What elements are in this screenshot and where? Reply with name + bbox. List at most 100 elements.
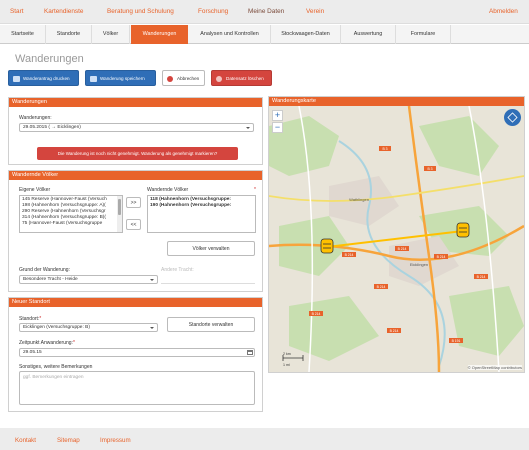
own-voelker-list[interactable]: 145 Reserve (Hannover-Faust (Versuch 198… — [19, 195, 123, 233]
cancel-button-label: Abbrechen — [177, 76, 200, 81]
own-voelker-label: Eigene Völker — [19, 187, 51, 193]
print-button-label: Wanderantrag drucken — [23, 76, 70, 81]
map-attribution[interactable]: © OpenStreetMap contributors — [467, 365, 522, 370]
standort-panel-heading: Neuer Standort — [9, 298, 262, 307]
voelker-panel: Wandernde Völker Eigene Völker Wandernde… — [8, 170, 263, 292]
location-selected: Eicklingen (Versuchsgruppe: B) — [23, 325, 90, 330]
print-button[interactable]: Wanderantrag drucken — [8, 70, 79, 86]
nav-start[interactable]: Start — [10, 8, 24, 15]
delete-button-label: Datensatz löschen — [226, 76, 264, 81]
road-label-text: B 191 — [452, 339, 461, 343]
chevron-down-icon — [150, 279, 154, 281]
location-select[interactable]: Eicklingen (Versuchsgruppe: B) — [19, 323, 158, 332]
calendar-icon[interactable] — [247, 350, 253, 355]
nav-beratung[interactable]: Beratung und Schulung — [107, 8, 174, 15]
tab-stockwaagen[interactable]: Stockwaagen-Daten — [271, 25, 341, 44]
logout-link[interactable]: Abmelden — [489, 8, 518, 15]
scrollbar-thumb[interactable] — [118, 199, 121, 215]
nav-forschung[interactable]: Forschung — [198, 8, 228, 15]
moving-voelker-label: Wandernde Völker — [147, 187, 189, 193]
top-navigation: Start Kartendienste Beratung und Schulun… — [0, 0, 529, 24]
origin-beehive-icon — [320, 238, 334, 254]
footer-link-impressum[interactable]: Impressum — [100, 437, 131, 444]
cancel-icon — [167, 76, 173, 82]
footer: Kontakt Sitemap Impressum — [0, 428, 529, 450]
remove-voelker-button[interactable]: << — [126, 219, 141, 230]
notes-placeholder: ggf. Bemerkungen eintragen — [23, 375, 84, 380]
road-label-text: B 3 — [427, 167, 432, 171]
zoom-in-button[interactable]: + — [272, 110, 283, 121]
sub-navigation: Startseite Standorte Völker Wanderungen … — [0, 25, 529, 44]
other-tracht-label: Andere Tracht: — [161, 267, 194, 273]
page-title: Wanderungen — [15, 53, 84, 65]
printer-icon — [13, 76, 20, 82]
save-icon — [90, 76, 97, 82]
road-label-text: B 214 — [312, 312, 321, 316]
voelker-panel-heading: Wandernde Völker — [9, 171, 262, 180]
wanderungen-select[interactable]: 29.05.2015 ( → Eicklingen) — [19, 123, 254, 132]
layers-button[interactable] — [504, 109, 521, 126]
road-label-text: B 3 — [382, 147, 387, 151]
tab-formulare[interactable]: Formulare — [396, 25, 451, 44]
map-canvas[interactable]: B 214 B 214 B 214 B 214 B 214 B 214 B 214 B 191… — [269, 106, 524, 372]
tab-analysen[interactable]: Analysen und Kontrollen — [189, 25, 271, 44]
reason-label: Grund der Wanderung: — [19, 267, 70, 273]
reason-selected: Besondere Tracht - Heide — [23, 277, 78, 282]
chevron-down-icon — [150, 327, 154, 329]
required-marker: * — [254, 187, 256, 193]
chevron-down-icon — [246, 127, 250, 129]
wanderungen-panel-heading: Wanderungen — [9, 98, 262, 107]
destination-beehive-icon — [456, 222, 470, 238]
reason-select[interactable]: Besondere Tracht - Heide — [19, 275, 158, 284]
tab-startseite[interactable]: Startseite — [0, 25, 46, 44]
save-button-label: Wanderung speichern — [100, 76, 145, 81]
road-label-text: B 214 — [477, 275, 486, 279]
scale-km-label: 2 km — [283, 352, 291, 356]
scale-mi-label: 1 mi — [283, 363, 290, 367]
road-label-text: B 214 — [377, 285, 386, 289]
footer-link-kontakt[interactable]: Kontakt — [15, 437, 36, 444]
tab-auswertung[interactable]: Auswertung — [341, 25, 396, 44]
nav-meine-daten[interactable]: Meine Daten — [248, 8, 284, 15]
time-input[interactable]: 29.05.15 — [19, 348, 255, 357]
road-label-text: B 214 — [390, 329, 399, 333]
cancel-button[interactable]: Abbrechen — [162, 70, 205, 86]
other-tracht-input[interactable] — [161, 275, 255, 284]
zoom-out-button[interactable]: − — [272, 122, 283, 133]
nav-verein[interactable]: Verein — [306, 8, 324, 15]
nav-kartendienste[interactable]: Kartendienste — [44, 8, 83, 15]
add-voelker-button[interactable]: >> — [126, 197, 141, 208]
location-label: Standort:* — [19, 316, 42, 322]
approval-alert[interactable]: Die Wanderung ist noch nicht genehmigt. … — [37, 147, 238, 160]
place-label: Eicklingen — [410, 262, 428, 267]
wanderungen-label: Wanderungen: — [19, 115, 52, 121]
road-label-text: B 214 — [345, 253, 354, 257]
manage-voelker-button[interactable]: Völker verwalten — [167, 241, 255, 256]
road-label-text: B 214 — [398, 247, 407, 251]
own-list-scrollbar[interactable] — [117, 196, 122, 232]
trash-icon — [216, 76, 222, 82]
notes-label: Sonstiges, weitere Bemerkungen — [19, 364, 93, 370]
map-panel-heading: Wanderungskarte — [269, 97, 524, 106]
tab-standorte[interactable]: Standorte — [46, 25, 92, 44]
own-voelker-item[interactable]: 75 (Hannover-Faust (Versuchsgruppe — [22, 221, 120, 227]
place-label: Wathlingen — [349, 197, 369, 202]
approval-alert-text: Die Wanderung ist noch nicht genehmigt. … — [57, 151, 218, 156]
moving-voelker-item[interactable]: 190 (Hahnenhorn (Versuchsgruppe: — [150, 203, 253, 209]
tab-voelker[interactable]: Völker — [92, 25, 130, 44]
layers-icon — [507, 112, 518, 123]
wanderungen-selected: 29.05.2015 ( → Eicklingen) — [23, 125, 81, 130]
notes-textarea[interactable]: ggf. Bemerkungen eintragen — [19, 371, 255, 405]
tab-wanderungen[interactable]: Wanderungen — [131, 25, 188, 44]
delete-button[interactable]: Datensatz löschen — [211, 70, 272, 86]
map-panel: Wanderungskarte B 214 B 214 B 214 B 214 B 21… — [268, 96, 525, 373]
time-value: 29.05.15 — [23, 350, 42, 355]
moving-voelker-list[interactable]: 118 (Hahnenhorn (Versuchsgruppe: 190 (Ha… — [147, 195, 256, 233]
manage-locations-button[interactable]: Standorte verwalten — [167, 317, 255, 332]
time-label: Zeitpunkt Anwanderung:* — [19, 340, 75, 346]
save-button[interactable]: Wanderung speichern — [85, 70, 156, 86]
road-label-text: B 214 — [437, 255, 446, 259]
footer-link-sitemap[interactable]: Sitemap — [57, 437, 80, 444]
wanderungen-panel: Wanderungen Wanderungen: 29.05.2015 ( → … — [8, 97, 263, 165]
standort-panel: Neuer Standort Standort:* Eicklingen (Ve… — [8, 297, 263, 412]
